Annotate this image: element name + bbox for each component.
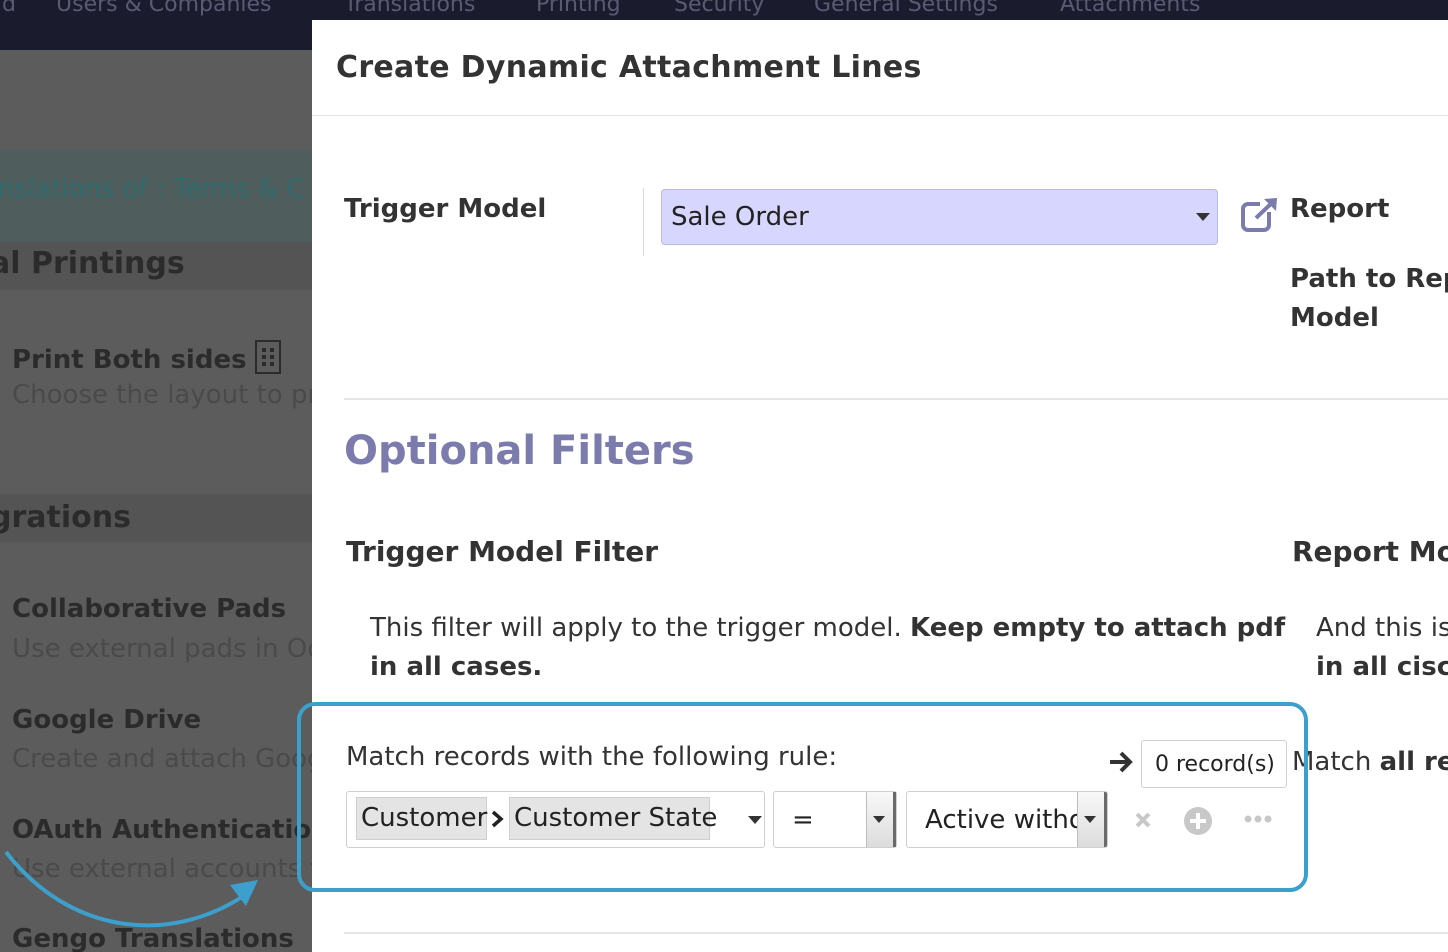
setting-title-print-both-sides: Print Both sides: [12, 340, 281, 375]
setting-desc: Use external pads in Od: [12, 634, 312, 664]
nav-item[interactable]: d: [2, 0, 16, 17]
setting-title-text: Print Both sides: [12, 345, 247, 375]
section-title-printings: al Printings: [0, 246, 185, 281]
trigger-model-filter-title: Trigger Model Filter: [346, 535, 659, 568]
dialog-title: Create Dynamic Attachment Lines: [336, 50, 922, 85]
breadcrumb: anslations of : Terms & C: [0, 174, 305, 204]
annotation-arrow-icon: [4, 850, 258, 928]
path-to-report-model-label: Path to Repo Model: [1290, 260, 1448, 338]
setting-desc: Create and attach Goog: [12, 744, 312, 774]
trigger-filter-help: This filter will apply to the trigger mo…: [370, 609, 1285, 687]
help-text-plain: And this is: [1316, 613, 1448, 643]
breadcrumb-link[interactable]: Terms & C: [173, 174, 305, 204]
report-label: Report: [1290, 194, 1390, 224]
annotation-highlight-box: [297, 702, 1308, 892]
help-text-bold: in all cisc: [1316, 652, 1448, 682]
nav-item-printing[interactable]: Printing: [536, 0, 621, 17]
optional-filters-heading: Optional Filters: [344, 428, 695, 474]
report-match-text: Match all rec: [1292, 743, 1448, 782]
nav-item-attachments[interactable]: Attachments: [1060, 0, 1200, 17]
help-text-bold: in all cases.: [370, 652, 543, 682]
building-icon: [254, 340, 281, 374]
section-divider: [344, 398, 1448, 400]
report-model-filter-title: Report Mod: [1292, 535, 1448, 568]
dialog-header: Create Dynamic Attachment Lines: [312, 20, 1448, 116]
section-title-integrations: grations: [0, 500, 131, 535]
caret-down-icon: [1196, 213, 1210, 221]
report-filter-help: And this is in all cisc: [1316, 609, 1448, 687]
nav-item-security[interactable]: Security: [674, 0, 764, 17]
nav-item-general-settings[interactable]: General Settings: [814, 0, 998, 17]
help-text-plain: This filter will apply to the trigger mo…: [370, 613, 911, 643]
settings-page-background: anslations of : Terms & C al Printings P…: [0, 50, 312, 952]
nav-item-users-companies[interactable]: Users & Companies: [56, 0, 272, 17]
trigger-model-select[interactable]: Sale Order: [661, 189, 1218, 245]
nav-item-translations[interactable]: Translations: [344, 0, 475, 17]
section-divider: [344, 932, 1448, 934]
trigger-model-value: Sale Order: [671, 202, 809, 232]
setting-desc: Choose the layout to pr: [12, 380, 312, 410]
label-separator: [643, 188, 644, 256]
external-link-icon[interactable]: [1240, 196, 1280, 234]
path-label-line2: Model: [1290, 303, 1379, 333]
setting-title-collaborative-pads: Collaborative Pads: [12, 594, 287, 624]
trigger-model-label: Trigger Model: [344, 194, 547, 224]
setting-title-google-drive: Google Drive: [12, 705, 202, 735]
path-label-line1: Path to Repo: [1290, 264, 1448, 294]
match-bold[interactable]: all rec: [1380, 747, 1448, 777]
help-text-bold: Keep empty to attach pdf: [910, 613, 1286, 643]
breadcrumb-prefix: anslations of :: [0, 174, 174, 204]
